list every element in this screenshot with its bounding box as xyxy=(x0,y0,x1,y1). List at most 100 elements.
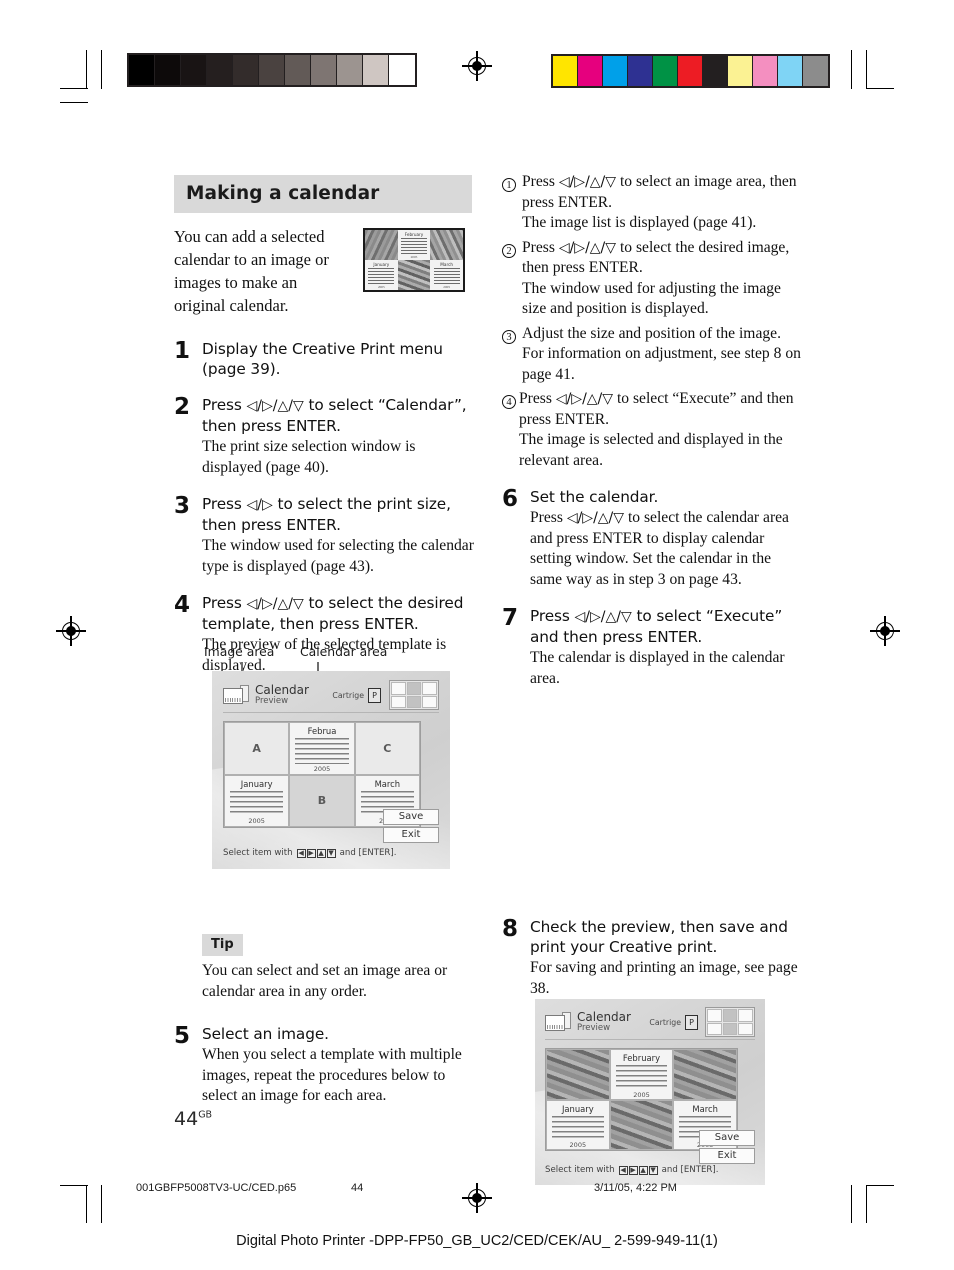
month-year: 2005 xyxy=(313,764,331,773)
callout-label-calendar-area: Calendar area xyxy=(300,644,388,659)
step-1-number: 1 xyxy=(174,338,191,364)
cartridge-icon: P xyxy=(685,1014,698,1030)
step-8: 8 Check the preview, then save and print… xyxy=(502,917,802,999)
step-5-desc: When you select a template with multiple… xyxy=(202,1046,462,1104)
print-file-page: 44 xyxy=(351,1182,364,1194)
substep-4: 4 Press ◁/▷/△/▽ to select “Execute” and … xyxy=(502,389,802,471)
preview-cell-a-label: A xyxy=(252,741,261,755)
month-name: Februa xyxy=(307,726,337,736)
step-3-number: 3 xyxy=(174,493,191,519)
month-name: March xyxy=(692,1103,718,1114)
preview-cell-c[interactable]: C xyxy=(354,722,420,775)
lcd-header: Calendar Preview Cartrige P xyxy=(223,680,439,710)
lcd-title: Calendar xyxy=(577,1010,631,1025)
save-button[interactable]: Save xyxy=(699,1130,755,1146)
step-8-number: 8 xyxy=(502,916,519,942)
tip-block: Tip You can select and set an image area… xyxy=(202,934,474,1002)
preview-cell-b[interactable]: B xyxy=(289,774,355,827)
arrow-keys-icon: ◁/▷/△/▽ xyxy=(555,391,614,407)
preview-cell-january[interactable]: January 2005 xyxy=(546,1099,610,1150)
thumb-cell-photo-1 xyxy=(365,230,398,260)
substep-3-marker: 3 xyxy=(502,324,522,386)
lcd-hint-pre: Select item with xyxy=(545,1165,615,1175)
layout-thumbnail-icon xyxy=(389,680,439,710)
lcd-screen-calendar-preview: Calendar Preview Cartrige P February 200… xyxy=(535,999,765,1185)
month-day-grid xyxy=(295,738,349,764)
substep-1-desc: The image list is displayed (page 41). xyxy=(522,214,757,231)
page-number-value: 44 xyxy=(174,1108,199,1130)
preview-cell-photo-1[interactable] xyxy=(546,1049,610,1100)
tip-badge: Tip xyxy=(202,934,243,956)
month-name: January xyxy=(240,778,273,789)
calendar-sample-thumbnail: February 2005 January 2005 March 2005 xyxy=(363,228,465,292)
cartridge-label: Cartrige xyxy=(649,1017,681,1027)
step-4-number: 4 xyxy=(174,592,191,618)
step-6-desc: Press ◁/▷/△/▽ to select the calendar are… xyxy=(530,508,802,590)
lcd-button-group: Save Exit xyxy=(383,809,439,843)
substep-3: 3 Adjust the size and position of the im… xyxy=(502,324,802,386)
cartridge-indicator: Cartrige P xyxy=(332,687,381,703)
month-day-grid xyxy=(551,1115,604,1140)
arrow-keys-icon: ◁/▷/△/▽ xyxy=(246,596,304,612)
step-7-lead: Press ◁/▷/△/▽ to select “Execute” and th… xyxy=(530,606,802,647)
callout-label-image-area: Image area xyxy=(204,644,275,659)
page-number: 44GB xyxy=(174,1108,212,1130)
step-4-lead-pre: Press xyxy=(202,594,247,612)
preview-cell-february[interactable]: Februa 2005 xyxy=(289,722,355,775)
step-3-desc: The window used for selecting the calend… xyxy=(202,537,474,575)
step-2-lead: Press ◁/▷/△/▽ to select “Calendar”, then… xyxy=(202,395,474,436)
step-6: 6 Set the calendar. Press ◁/▷/△/▽ to sel… xyxy=(502,487,802,590)
lcd-hint-bar: Select item with ◀ ▶ ▲ ▼ and [ENTER]. xyxy=(223,848,396,858)
substep-3-pre: Adjust the size and position of the imag… xyxy=(522,324,781,342)
step-8-lead: Check the preview, then save and print y… xyxy=(530,918,788,956)
exit-button[interactable]: Exit xyxy=(699,1148,755,1164)
step-8-desc: For saving and printing an image, see pa… xyxy=(530,959,798,997)
step-7-number: 7 xyxy=(502,605,519,631)
save-button[interactable]: Save xyxy=(383,809,439,825)
intro-paragraph: You can add a selected calendar to an im… xyxy=(174,227,329,315)
step-7-lead-pre: Press xyxy=(530,607,575,625)
document-identifier: Digital Photo Printer -DPP-FP50_GB_UC2/C… xyxy=(236,1233,718,1249)
figure-left: Image area Calendar area Calendar Previe… xyxy=(204,642,454,872)
thumb-cell-calendar-february: February 2005 xyxy=(397,230,431,260)
substep-1-pre: Press xyxy=(522,173,559,190)
lcd-hint-bar: Select item with ◀ ▶ ▲ ▼ and [ENTER]. xyxy=(545,1165,718,1175)
preview-cell-photo-3[interactable] xyxy=(609,1099,674,1150)
lcd-title: Calendar xyxy=(255,683,309,698)
substep-4-desc: The image is selected and displayed in t… xyxy=(519,431,783,469)
step-2: 2 Press ◁/▷/△/▽ to select “Calendar”, th… xyxy=(174,395,474,478)
arrow-keys-icon: ◁/▷/△/▽ xyxy=(566,510,625,526)
step-2-lead-pre: Press xyxy=(202,396,247,414)
step-2-number: 2 xyxy=(174,394,191,420)
preview-cell-february[interactable]: February 2005 xyxy=(609,1049,674,1100)
tip-text: You can select and set an image area or … xyxy=(202,962,448,1000)
thumb-cell-photo-2 xyxy=(430,230,463,260)
thumb-cell-photo-3 xyxy=(397,260,431,290)
substep-2-pre: Press xyxy=(522,238,559,256)
month-name: February xyxy=(622,1053,661,1063)
thumb-cell-calendar-march: March 2005 xyxy=(430,260,463,290)
thumb-month-label: January xyxy=(373,262,390,267)
cartridge-indicator: Cartrige P xyxy=(649,1014,698,1030)
preview-cell-b-label: B xyxy=(317,794,327,808)
preview-cell-photo-2[interactable] xyxy=(673,1049,737,1100)
preview-cell-january[interactable]: January 2005 xyxy=(224,774,290,827)
cartridge-label: Cartrige xyxy=(332,690,364,700)
exit-button[interactable]: Exit xyxy=(383,827,439,843)
step-3-lead: Press ◁/▷ to select the print size, then… xyxy=(202,494,474,535)
step-5: 5 Select an image. When you select a tem… xyxy=(174,1024,474,1107)
printer-preview-icon xyxy=(223,685,249,705)
lcd-header-divider xyxy=(223,712,439,713)
preview-cell-a[interactable]: A xyxy=(224,722,290,775)
step-3: 3 Press ◁/▷ to select the print size, th… xyxy=(174,494,474,577)
month-year: 2005 xyxy=(248,817,265,826)
lcd-subtitle: Preview xyxy=(577,1022,611,1033)
page-title: Making a calendar xyxy=(174,175,472,213)
right-column: 1 Press ◁/▷/△/▽ to select an image area,… xyxy=(502,172,802,999)
lcd-hint-post: and [ENTER]. xyxy=(661,1165,719,1175)
lcd-hint-post: and [ENTER]. xyxy=(339,848,397,858)
dpad-keys-icon: ◀ ▶ ▲ ▼ xyxy=(296,848,336,858)
print-file-name: 001GBFP5008TV3-UC/CED.p65 xyxy=(136,1182,297,1194)
substep-1: 1 Press ◁/▷/△/▽ to select an image area,… xyxy=(502,172,802,234)
month-name: January xyxy=(561,1103,594,1114)
